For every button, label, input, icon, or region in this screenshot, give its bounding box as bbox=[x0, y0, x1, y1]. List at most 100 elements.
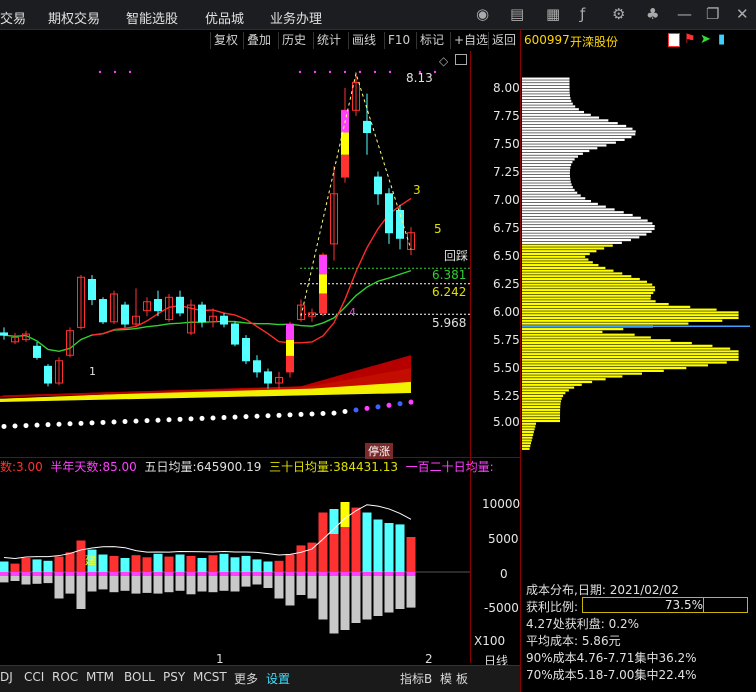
signal-dot bbox=[188, 416, 194, 422]
tab-mcst[interactable]: MCST bbox=[193, 670, 227, 684]
nav-item-business[interactable]: 业务办理 bbox=[270, 8, 322, 27]
cost-bar bbox=[522, 319, 723, 322]
signal-dot bbox=[331, 410, 337, 416]
cost-bar bbox=[522, 135, 632, 139]
signal-dot bbox=[100, 419, 106, 425]
volume-bar-negative bbox=[120, 574, 130, 591]
tb-draw-button[interactable]: 画线 bbox=[348, 32, 379, 49]
signal-dot bbox=[232, 414, 238, 420]
cost-bar bbox=[522, 369, 664, 372]
volume-baseline-marker bbox=[131, 572, 141, 576]
profit-at-price: 4.27处获利盘: 0.2% bbox=[526, 617, 640, 631]
formula-icon[interactable]: ƒ bbox=[580, 6, 585, 22]
signal-dot bbox=[133, 418, 139, 424]
cost-bar bbox=[522, 361, 727, 364]
signal-dot bbox=[56, 421, 62, 427]
volume-bar-negative bbox=[351, 574, 361, 623]
cost-bar bbox=[522, 110, 585, 114]
tb-history-button[interactable]: 历史 bbox=[278, 32, 309, 49]
volume-bar bbox=[384, 523, 394, 572]
cost-bar bbox=[522, 383, 582, 386]
signal-dot bbox=[287, 412, 293, 418]
screen-icon[interactable]: ▤ bbox=[510, 6, 524, 22]
volume-baseline-marker bbox=[263, 572, 273, 576]
tb-mark-button[interactable]: 标记 bbox=[416, 32, 447, 49]
tab-settings[interactable]: 设置 bbox=[266, 670, 290, 687]
signal-dot bbox=[397, 401, 403, 407]
shirt-icon[interactable]: ♣ bbox=[646, 6, 659, 22]
cost-bar bbox=[522, 91, 570, 94]
candle-body bbox=[44, 365, 52, 384]
close-icon[interactable]: ✕ bbox=[736, 6, 749, 22]
minimize-icon[interactable]: — bbox=[677, 6, 692, 22]
volume-baseline-marker bbox=[395, 572, 405, 576]
cost-bar bbox=[522, 177, 571, 180]
cost-bar bbox=[522, 405, 561, 409]
wave-label-1: 1 bbox=[89, 365, 96, 378]
cost-bar bbox=[522, 202, 598, 205]
cost-bar bbox=[522, 247, 605, 250]
tab-psy[interactable]: PSY bbox=[163, 670, 185, 684]
level-5968-label: 5.968 bbox=[432, 316, 467, 330]
tab-indicator-b[interactable]: 指标B bbox=[400, 670, 432, 687]
cost-bar bbox=[522, 211, 624, 214]
tab-board[interactable]: 板 bbox=[456, 670, 468, 687]
notes-icon[interactable] bbox=[668, 33, 680, 47]
arrow-icon[interactable]: ➤ bbox=[700, 32, 711, 47]
tb-add-watch-button[interactable]: +自选 bbox=[450, 32, 491, 49]
tab-mtm[interactable]: MTM bbox=[86, 670, 114, 684]
tab-template[interactable]: 模 bbox=[440, 670, 452, 687]
cost-bar bbox=[522, 166, 571, 169]
vol-b-label: 半年天数: bbox=[50, 460, 103, 474]
volume-bar-negative bbox=[318, 574, 328, 620]
volume-bar bbox=[10, 563, 20, 572]
gear-icon[interactable]: ⚙ bbox=[612, 6, 625, 22]
volume-bar-negative bbox=[65, 574, 75, 594]
cost-bar bbox=[522, 124, 627, 128]
volume-baseline-marker bbox=[208, 572, 218, 576]
tb-fuquan-button[interactable]: 复权 bbox=[210, 32, 241, 49]
price-chart[interactable] bbox=[0, 51, 470, 456]
broadcast-icon[interactable]: ◉ bbox=[476, 6, 489, 22]
tab-dj[interactable]: DJ bbox=[0, 670, 13, 684]
time-tick: 2 bbox=[425, 652, 433, 666]
cost-bar bbox=[522, 414, 561, 417]
tab-cci[interactable]: CCI bbox=[24, 670, 44, 684]
nav-item-shop[interactable]: 优品城 bbox=[205, 8, 244, 27]
wave-label-4: 4 bbox=[349, 306, 356, 319]
cost-bar bbox=[522, 280, 648, 283]
candle-body bbox=[253, 360, 261, 373]
volume-bar bbox=[54, 556, 64, 572]
cost-bar bbox=[522, 119, 609, 122]
grid-icon[interactable]: ▦ bbox=[546, 6, 560, 22]
tb-overlay-button[interactable]: 叠加 bbox=[243, 32, 274, 49]
nav-item-options[interactable]: 期权交易 bbox=[48, 8, 100, 27]
cost-bar bbox=[522, 350, 739, 353]
signal-dot bbox=[23, 423, 29, 429]
cost-bar bbox=[522, 378, 606, 381]
restore-icon[interactable]: ❐ bbox=[706, 6, 719, 22]
candle-body bbox=[33, 345, 41, 358]
tb-f10-button[interactable]: F10 bbox=[384, 32, 413, 49]
cost-90pct: 90%成本4.76-7.71集中36.2% bbox=[526, 651, 697, 665]
cost-bar bbox=[522, 197, 586, 200]
volume-chart[interactable] bbox=[0, 475, 470, 647]
volume-baseline-marker bbox=[153, 572, 163, 576]
nav-item-trade[interactable]: 交易 bbox=[0, 8, 26, 27]
tab-boll[interactable]: BOLL bbox=[124, 670, 155, 684]
flag-icon[interactable]: ⚑ bbox=[684, 32, 696, 47]
cost-bar bbox=[522, 236, 640, 239]
volume-bar-negative bbox=[373, 574, 383, 616]
tb-back-button[interactable]: 返回 bbox=[488, 32, 519, 49]
cost-bar bbox=[522, 172, 570, 175]
volume-baseline-marker bbox=[241, 572, 251, 576]
volume-bar bbox=[197, 558, 207, 572]
nav-item-smart-pick[interactable]: 智能选股 bbox=[126, 8, 178, 27]
tab-roc[interactable]: ROC bbox=[52, 670, 78, 684]
candle-body bbox=[385, 193, 393, 234]
volume-baseline-marker bbox=[373, 572, 383, 576]
tb-stats-button[interactable]: 统计 bbox=[313, 32, 344, 49]
tab-more[interactable]: 更多 bbox=[234, 670, 258, 687]
cost-bar bbox=[522, 144, 607, 147]
chart-mini-icon[interactable]: ▮ bbox=[718, 32, 725, 47]
